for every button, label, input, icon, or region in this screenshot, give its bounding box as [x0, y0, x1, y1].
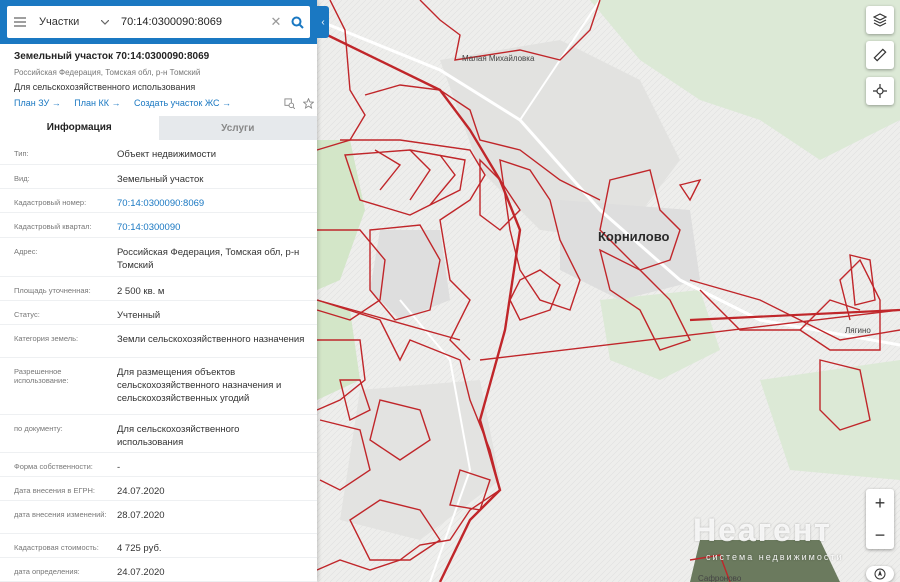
info-row: Кадастровый номер: 70:14:0300090:8069 — [0, 189, 317, 213]
object-title: Земельный участок 70:14:0300090:8069 — [14, 51, 210, 62]
zoom-out-button[interactable]: − — [866, 521, 894, 549]
zoom-in-button[interactable]: + — [866, 489, 894, 517]
compass-icon — [874, 568, 886, 580]
watermark-subtitle: система недвижимости — [706, 552, 844, 562]
info-row: дата внесения изменений: 28.07.2020 — [0, 501, 317, 534]
create-parcel-link[interactable]: Создать участок ЖС → — [134, 98, 231, 108]
panel-tabs: Информация Услуги — [0, 116, 317, 140]
chevron-down-icon — [101, 19, 109, 25]
compass-button[interactable] — [866, 566, 894, 582]
info-row-value: 4 725 руб. — [117, 543, 162, 554]
search-icon — [291, 16, 304, 29]
place-label-malaya-mikhailovka: Малая Михайловка — [462, 54, 535, 63]
collapse-panel-button[interactable]: ‹ — [317, 6, 329, 38]
info-row-value: Земельный участок — [117, 174, 204, 185]
object-links: План ЗУ → План КК → Создать участок ЖС → — [14, 98, 314, 112]
info-row: Форма собственности: - — [0, 453, 317, 477]
info-row-value-link[interactable]: 70:14:0300090 — [117, 213, 317, 237]
plan-kk-link[interactable]: План КК → — [74, 98, 120, 108]
layers-button[interactable] — [866, 6, 894, 34]
info-row-value: 24.07.2020 — [117, 567, 165, 578]
object-address: Российская Федерация, Томская обл, р-н Т… — [14, 68, 201, 77]
info-row-value: Земли сельскохозяйственного назначения — [117, 334, 305, 345]
place-label-lyagino: Лягино — [845, 326, 871, 335]
info-row: дата определения: 24.07.2020 — [0, 558, 317, 582]
search-box: Участки ✕ — [7, 6, 310, 38]
info-row-key: Форма собственности: — [14, 462, 93, 471]
info-row: Кадастровый квартал: 70:14:0300090 — [0, 213, 317, 238]
info-row: Кадастровая стоимость: 4 725 руб. — [0, 534, 317, 558]
info-row-key: по документу: — [14, 424, 63, 433]
info-row-value: Для сельскохозяйственного использования — [117, 424, 240, 448]
info-row-value: Для размещения объектов сельскохозяйстве… — [117, 367, 282, 404]
object-use: Для сельскохозяйственного использования — [14, 82, 196, 92]
info-row: по документу: Для сельскохозяйственного и… — [0, 415, 317, 453]
watermark-logo: Неагент — [693, 512, 832, 548]
info-row: Категория земель: Земли сельскохозяйствен… — [0, 325, 317, 358]
info-row-key: Кадастровый квартал: — [14, 222, 92, 231]
plan-zu-link[interactable]: План ЗУ → — [14, 98, 61, 108]
ruler-icon — [873, 48, 887, 62]
layers-icon — [873, 13, 887, 27]
search-type-select[interactable]: Участки — [33, 16, 115, 28]
info-row: Дата внесения в ЕГРН: 24.07.2020 — [0, 477, 317, 501]
info-row-key: Адрес: — [14, 247, 38, 256]
info-row-key: дата определения: — [14, 567, 80, 576]
info-panel: Участки ✕ Земельный участок 70:14:030009… — [0, 0, 329, 582]
ruler-button[interactable] — [866, 41, 894, 69]
info-row: Вид: Земельный участок — [0, 165, 317, 189]
info-row-key: Разрешенное использование: — [14, 367, 69, 385]
info-table: Тип: Объект недвижимости Вид: Земельный уча… — [0, 140, 317, 582]
clear-icon[interactable]: ✕ — [268, 14, 284, 30]
search-input[interactable] — [115, 7, 268, 37]
info-row-key: дата внесения изменений: — [14, 510, 107, 519]
info-row: Статус: Учтенный — [0, 301, 317, 325]
tab-information[interactable]: Информация — [0, 116, 159, 140]
info-row-key: Статус: — [14, 310, 40, 319]
info-row-value: - — [117, 462, 121, 473]
info-row-value: Российская Федерация, Томская обл, р-н Т… — [117, 247, 300, 271]
info-row-value: Объект недвижимости — [117, 149, 217, 160]
hamburger-icon — [14, 17, 26, 27]
info-row: Площадь уточненная: 2 500 кв. м — [0, 277, 317, 301]
info-row: Разрешенное использование: Для размещения… — [0, 358, 317, 415]
star-icon[interactable] — [303, 98, 314, 109]
search-bar: Участки ✕ — [0, 0, 317, 44]
zoom-control: + − — [866, 489, 894, 549]
info-row-value: 24.07.2020 — [117, 486, 165, 497]
tab-services[interactable]: Услуги — [158, 116, 317, 140]
info-row-key: Дата внесения в ЕГРН: — [14, 486, 96, 495]
info-row: Тип: Объект недвижимости — [0, 140, 317, 165]
info-row-value: 2 500 кв. м — [117, 286, 165, 297]
locate-button[interactable] — [866, 77, 894, 105]
chevron-left-icon: ‹ — [321, 16, 325, 28]
info-row-key: Площадь уточненная: — [14, 286, 91, 295]
info-row-value: 28.07.2020 — [117, 510, 165, 521]
info-row-key: Категория земель: — [14, 334, 79, 343]
zoom-to-object-icon[interactable] — [284, 98, 295, 109]
crosshair-icon — [873, 84, 887, 98]
search-button[interactable] — [284, 6, 310, 38]
info-row-key: Кадастровый номер: — [14, 198, 87, 207]
menu-button[interactable] — [7, 6, 33, 38]
info-row-key: Кадастровая стоимость: — [14, 543, 99, 552]
object-header: Земельный участок 70:14:0300090:8069 Рос… — [14, 51, 314, 92]
info-row: Адрес: Российская Федерация, Томская обл,… — [0, 238, 317, 277]
info-row-value-link[interactable]: 70:14:0300090:8069 — [117, 189, 317, 212]
info-row-key: Вид: — [14, 174, 30, 183]
info-row-value: Учтенный — [117, 310, 161, 321]
place-label-kornilovo: Корнилово — [598, 229, 670, 244]
place-label-safronovo: Сафроново — [698, 574, 742, 582]
info-row-key: Тип: — [14, 149, 29, 158]
search-type-label: Участки — [39, 16, 80, 28]
